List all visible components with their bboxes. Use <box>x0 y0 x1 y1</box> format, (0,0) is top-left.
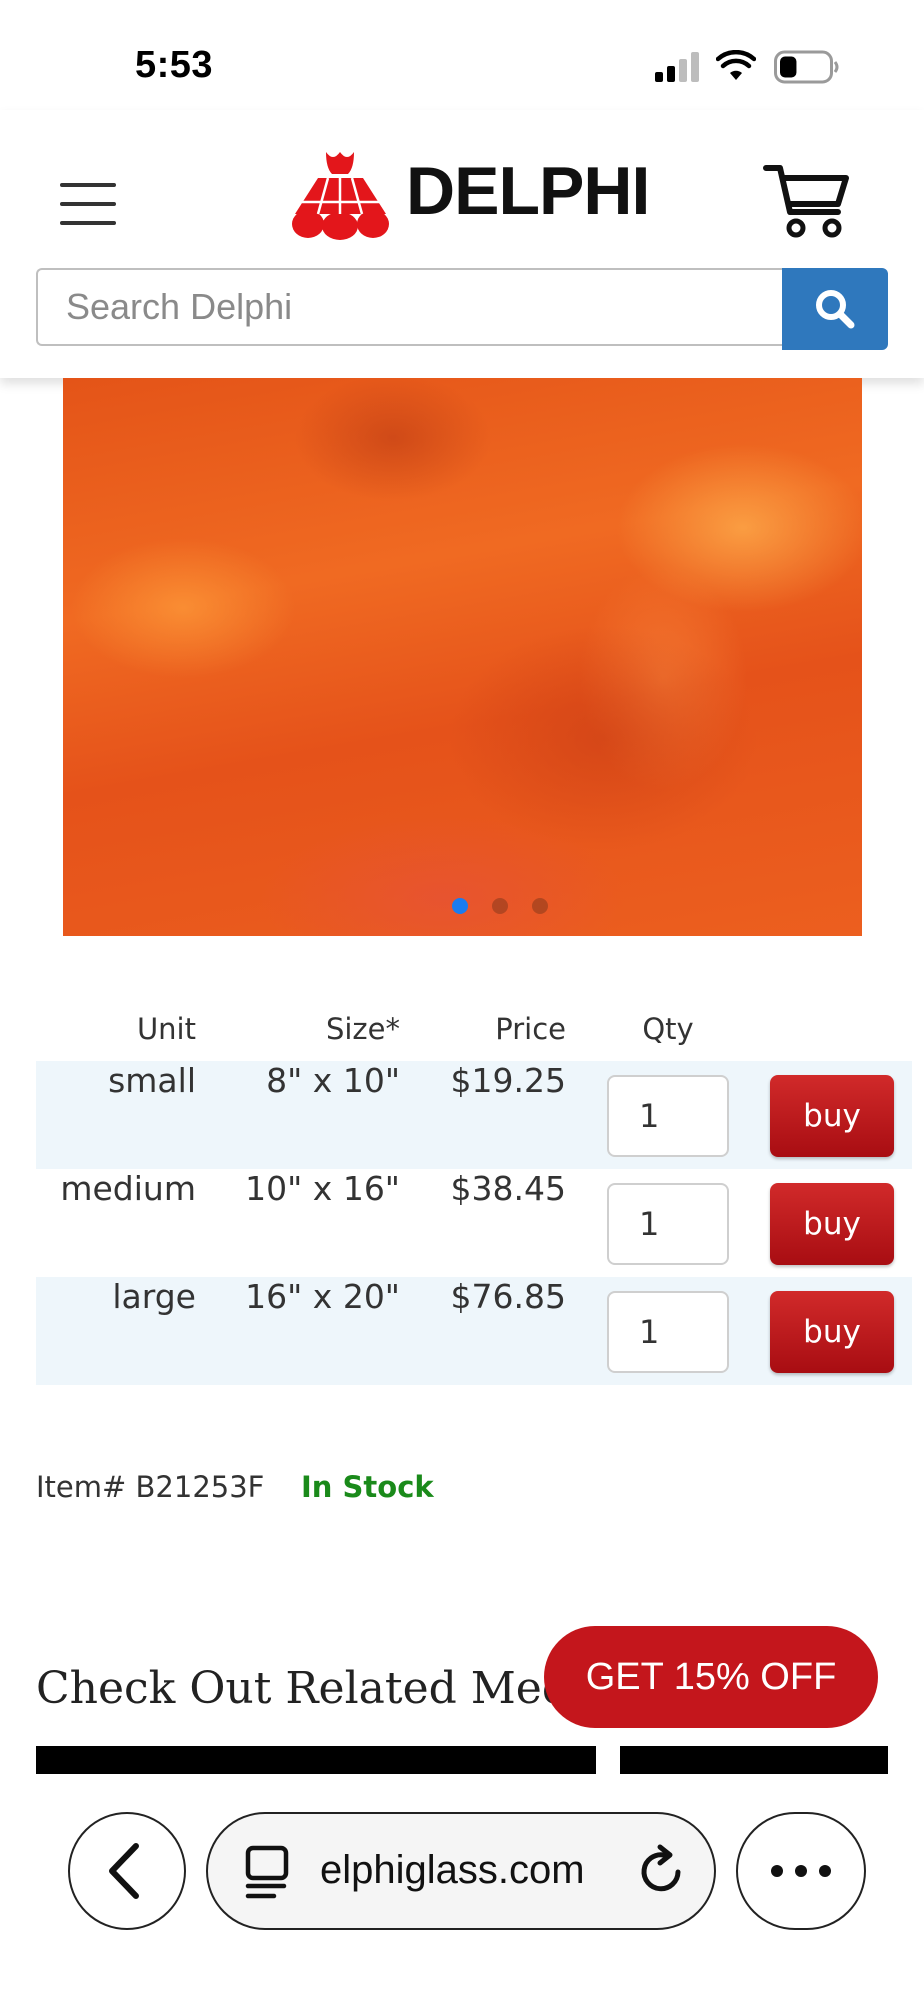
search-button[interactable] <box>782 268 888 350</box>
related-media-thumbnail[interactable] <box>620 1746 888 1774</box>
chevron-left-icon <box>109 1843 139 1899</box>
discount-promo-button[interactable]: GET 15% OFF <box>544 1626 878 1728</box>
search-bar <box>36 268 888 350</box>
cell-size: 10" x 16" <box>245 1169 400 1208</box>
buy-button[interactable]: buy <box>770 1291 894 1373</box>
cell-size: 8" x 10" <box>266 1061 400 1100</box>
cell-price: $76.85 <box>450 1277 566 1316</box>
delphi-lamp-logo-icon <box>292 152 389 240</box>
more-options-button[interactable] <box>736 1812 866 1930</box>
col-header-price: Price <box>495 1012 566 1046</box>
buy-button[interactable]: buy <box>770 1183 894 1265</box>
battery-icon <box>774 50 839 84</box>
carousel-dots <box>452 898 552 918</box>
cell-price: $38.45 <box>450 1169 566 1208</box>
search-icon <box>816 290 855 329</box>
more-dots-icon <box>771 1865 831 1877</box>
col-header-qty: Qty <box>642 1012 694 1046</box>
cell-unit: small <box>108 1061 196 1100</box>
delphi-logo-text: DELPHI <box>406 153 650 229</box>
related-media-heading: Check Out Related Media <box>36 1663 611 1714</box>
back-button[interactable] <box>68 1812 186 1930</box>
table-row: large 16" x 20" $76.85 buy <box>36 1277 912 1385</box>
table-row: medium 10" x 16" $38.45 buy <box>36 1169 912 1277</box>
col-header-size: Size* <box>325 1012 400 1046</box>
reader-icon <box>245 1845 289 1899</box>
buy-button[interactable]: buy <box>770 1075 894 1157</box>
item-number: Item# B21253F <box>36 1470 265 1504</box>
search-input[interactable] <box>36 268 782 346</box>
cell-price: $19.25 <box>450 1061 566 1100</box>
shopping-cart-icon[interactable] <box>762 160 852 240</box>
col-header-unit: Unit <box>136 1012 196 1046</box>
carousel-dot-1[interactable] <box>452 898 468 914</box>
cell-size: 16" x 20" <box>245 1277 400 1316</box>
product-image[interactable] <box>63 378 862 936</box>
status-time: 5:53 <box>135 44 214 86</box>
carousel-dot-2[interactable] <box>492 898 508 914</box>
table-row: small 8" x 10" $19.25 buy <box>36 1061 912 1169</box>
cell-unit: medium <box>60 1169 196 1208</box>
cell-unit: large <box>112 1277 196 1316</box>
quantity-input[interactable] <box>607 1183 729 1265</box>
related-media-thumbnail[interactable] <box>36 1746 596 1774</box>
quantity-input[interactable] <box>607 1075 729 1157</box>
hamburger-menu-icon[interactable] <box>60 183 116 225</box>
url-text: elphiglass.com <box>320 1848 585 1892</box>
stock-status: In Stock <box>301 1470 434 1504</box>
address-bar[interactable]: elphiglass.com <box>206 1812 716 1930</box>
reload-icon[interactable] <box>634 1844 688 1898</box>
carousel-dot-3[interactable] <box>532 898 548 914</box>
quantity-input[interactable] <box>607 1291 729 1373</box>
cellular-signal-icon <box>655 52 701 82</box>
wifi-icon <box>716 50 756 80</box>
